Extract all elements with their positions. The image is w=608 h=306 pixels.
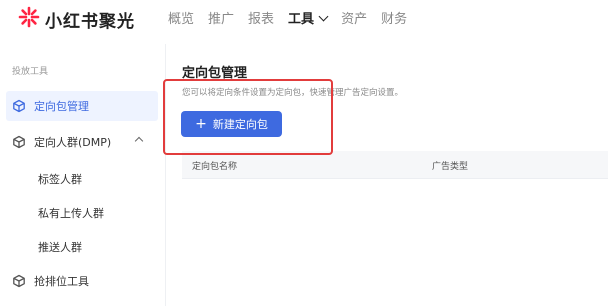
sidebar-section-label: 投放工具 (12, 67, 49, 77)
sidebar-item-label: 抢排位工具 (34, 275, 89, 288)
nav-item-tools[interactable]: 工具 (288, 10, 329, 30)
sidebar-item-label: 定向人群(DMP) (34, 136, 112, 149)
sidebar-item-dmp[interactable]: 定向人群(DMP) (6, 127, 158, 157)
chevron-up-icon[interactable] (134, 136, 144, 146)
logo-text: 小红书聚光 (45, 11, 135, 32)
sidebar: 投放工具 定向包管理 定向人群(DMP) 标签人群 私有上传人群 推送人群 抢排… (0, 44, 166, 306)
nav-item-assets[interactable]: 资产 (341, 10, 367, 30)
nav-item-reports[interactable]: 报表 (248, 10, 274, 30)
main-content: 定向包管理 您可以将定向条件设置为定向包，快速管理广告定向设置。 + 新建定向包… (166, 44, 608, 306)
top-nav: 概览 推广 报表 工具 资产 财务 (168, 10, 421, 30)
sidebar-subitem-tag-audience[interactable]: 标签人群 (38, 171, 82, 187)
cube-icon (12, 274, 26, 288)
top-header: 小红书聚光 概览 推广 报表 工具 资产 财务 (0, 0, 608, 40)
app-logo[interactable]: 小红书聚光 (18, 6, 135, 32)
nav-item-overview[interactable]: 概览 (168, 10, 194, 30)
logo-icon (18, 6, 40, 32)
plus-icon: + (195, 116, 207, 132)
column-header-ad-type[interactable]: 广告类型 (432, 159, 468, 172)
new-targeting-package-button[interactable]: + 新建定向包 (181, 111, 282, 137)
new-targeting-package-button-label: 新建定向包 (212, 118, 268, 131)
column-header-package-name[interactable]: 定向包名称 (192, 159, 237, 172)
chevron-down-icon (318, 11, 329, 22)
nav-item-tools-label: 工具 (288, 12, 315, 27)
nav-item-promotion[interactable]: 推广 (208, 10, 234, 30)
sidebar-item-targeting-package[interactable]: 定向包管理 (6, 91, 158, 121)
sidebar-item-rank-tool[interactable]: 抢排位工具 (6, 266, 158, 296)
sidebar-item-label: 定向包管理 (34, 100, 89, 113)
table-header: 定向包名称 广告类型 (182, 151, 608, 179)
nav-item-finance[interactable]: 财务 (381, 10, 407, 30)
page-title: 定向包管理 (182, 66, 248, 81)
page-description: 您可以将定向条件设置为定向包，快速管理广告定向设置。 (182, 88, 404, 98)
cube-icon (12, 135, 26, 149)
sidebar-subitem-push-audience[interactable]: 推送人群 (38, 239, 82, 255)
cube-icon (12, 99, 26, 113)
sidebar-subitem-private-upload-audience[interactable]: 私有上传人群 (38, 205, 104, 221)
